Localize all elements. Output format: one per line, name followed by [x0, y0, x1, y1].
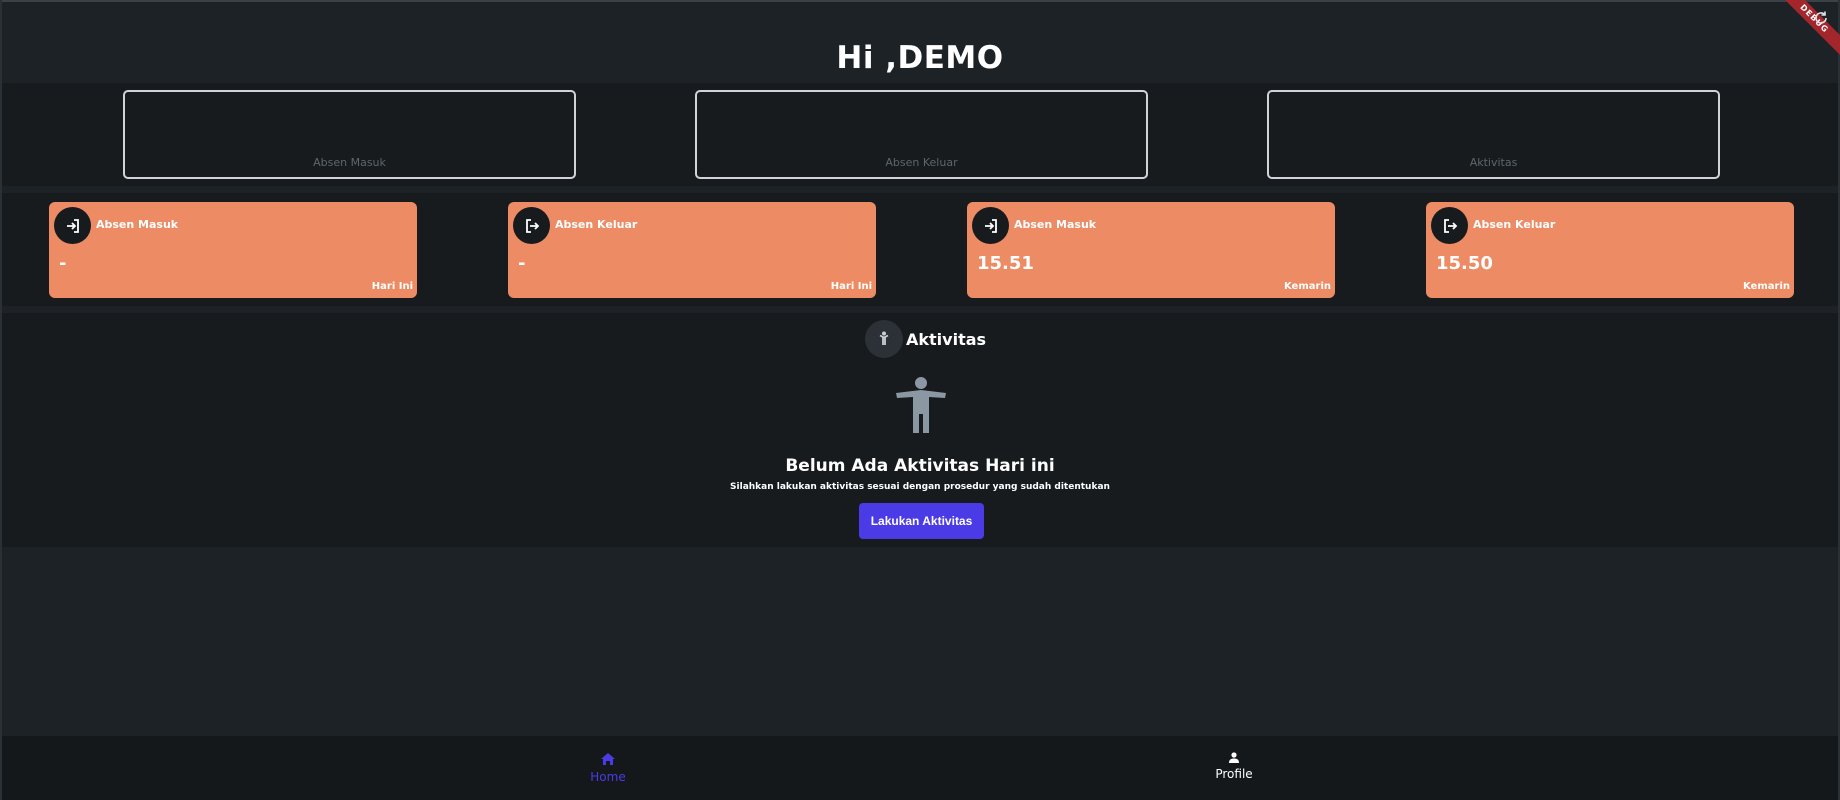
attendance-card-checkout-today[interactable]: Absen Keluar - Hari Ini: [508, 202, 876, 298]
summary-label: Absen Masuk: [313, 156, 386, 169]
summary-label: Absen Keluar: [885, 156, 958, 169]
card-day-label: Hari Ini: [371, 281, 413, 292]
home-icon: [600, 752, 616, 769]
bottom-navigation: [2, 736, 1838, 800]
nav-item-profile[interactable]: Profile: [1174, 752, 1294, 781]
logout-icon: [1431, 207, 1468, 244]
greeting-title: Hi ,DEMO: [836, 40, 1004, 76]
summary-label: Aktivitas: [1469, 156, 1518, 169]
attendance-card-checkin-yesterday[interactable]: Absen Masuk 15.51 Kemarin: [967, 202, 1335, 298]
summary-box-aktivitas[interactable]: Aktivitas: [1267, 90, 1720, 179]
attendance-card-checkout-yesterday[interactable]: Absen Keluar 15.50 Kemarin: [1426, 202, 1794, 298]
activity-section-title: Aktivitas: [906, 330, 987, 349]
empty-state-subtitle: Silahkan lakukan aktivitas sesuai dengan…: [730, 482, 1110, 492]
summary-box-absen-keluar[interactable]: Absen Keluar: [695, 90, 1148, 179]
do-activity-button[interactable]: Lakukan Aktivitas: [859, 503, 984, 539]
refresh-icon[interactable]: [1812, 10, 1830, 28]
nav-label: Home: [590, 770, 626, 784]
summary-box-absen-masuk[interactable]: Absen Masuk: [123, 90, 576, 179]
card-day-label: Hari Ini: [830, 281, 872, 292]
card-time-value: -: [59, 253, 67, 274]
nav-label: Profile: [1215, 767, 1253, 781]
card-day-label: Kemarin: [1742, 281, 1790, 292]
card-title: Absen Keluar: [1473, 218, 1556, 231]
activity-person-icon: [865, 320, 903, 358]
login-icon: [54, 207, 91, 244]
card-time-value: -: [518, 253, 526, 274]
person-icon: [1228, 752, 1240, 766]
card-title: Absen Masuk: [1014, 218, 1097, 231]
attendance-card-checkin-today[interactable]: Absen Masuk - Hari Ini: [49, 202, 417, 298]
card-time-value: 15.51: [977, 253, 1034, 274]
card-title: Absen Masuk: [96, 218, 179, 231]
nav-item-home[interactable]: Home: [548, 752, 668, 784]
card-title: Absen Keluar: [555, 218, 638, 231]
card-day-label: Kemarin: [1283, 281, 1331, 292]
card-time-value: 15.50: [1436, 253, 1493, 274]
window-top-border: [0, 0, 1840, 2]
empty-state-title: Belum Ada Aktivitas Hari ini: [785, 456, 1055, 476]
login-icon: [972, 207, 1009, 244]
accessibility-person-icon: [894, 376, 948, 434]
logout-icon: [513, 207, 550, 244]
